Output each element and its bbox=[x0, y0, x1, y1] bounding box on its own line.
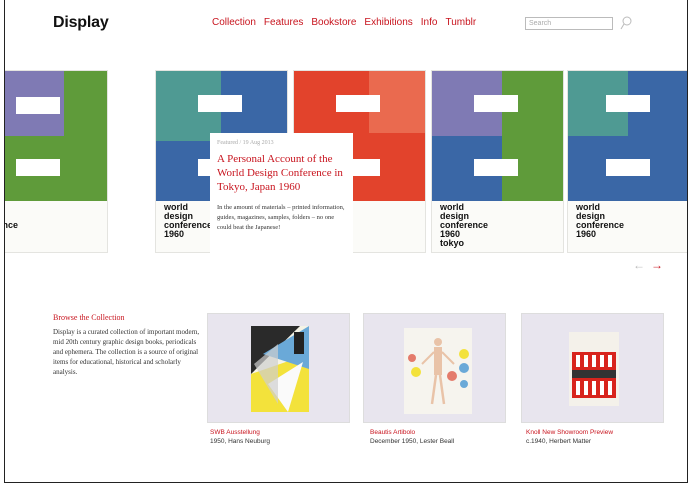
browse-description: Display is a curated collection of impor… bbox=[53, 328, 200, 376]
nav-exhibitions[interactable]: Exhibitions bbox=[364, 17, 412, 28]
tile-title[interactable]: Knoll New Showroom Preview bbox=[526, 428, 613, 437]
tile-caption: Knoll New Showroom Preview c.1940, Herbe… bbox=[526, 428, 613, 446]
search-input[interactable]: Search bbox=[525, 17, 613, 30]
poster-text: world design conference 1960 bbox=[576, 202, 625, 239]
search-icon[interactable] bbox=[619, 15, 633, 31]
feature-body: In the amount of materials – printed inf… bbox=[217, 204, 345, 231]
site-logo[interactable]: Display bbox=[53, 14, 109, 32]
tile-caption: Beautis Artibolo December 1950, Lester B… bbox=[370, 428, 454, 446]
nav-features[interactable]: Features bbox=[264, 17, 303, 28]
collection-tile[interactable] bbox=[207, 313, 350, 423]
carousel-slide[interactable]: world design conference 1960 tokyo bbox=[431, 70, 564, 253]
main-nav: Collection Features Bookstore Exhibition… bbox=[212, 17, 476, 28]
browse-title[interactable]: Browse the Collection bbox=[53, 313, 125, 322]
poster-text: world design conference bbox=[4, 220, 19, 230]
feature-title[interactable]: A Personal Account of the World Design C… bbox=[217, 152, 346, 194]
thumbnail-image bbox=[569, 332, 619, 406]
thumbnail-image bbox=[251, 326, 309, 412]
tile-caption: SWB Ausstellung 1950, Hans Neuburg bbox=[210, 428, 270, 446]
tile-title[interactable]: SWB Ausstellung bbox=[210, 428, 270, 437]
nav-bookstore[interactable]: Bookstore bbox=[311, 17, 356, 28]
thumbnail-image bbox=[404, 328, 472, 414]
collection-tile[interactable] bbox=[363, 313, 506, 423]
feature-meta: Featured / 19 Aug 2013 bbox=[217, 140, 274, 146]
collection-tile[interactable] bbox=[521, 313, 664, 423]
page-frame: Display Collection Features Bookstore Ex… bbox=[4, 0, 688, 483]
poster-text: world design conference 1960 tokyo bbox=[440, 202, 489, 248]
nav-info[interactable]: Info bbox=[421, 17, 438, 28]
carousel-slide[interactable]: world design conference bbox=[4, 70, 108, 253]
tile-subtitle: 1950, Hans Neuburg bbox=[210, 438, 270, 445]
poster-text: world design conference 1960 bbox=[164, 202, 213, 239]
arrow-left-icon[interactable]: ← bbox=[633, 258, 645, 272]
nav-collection[interactable]: Collection bbox=[212, 17, 256, 28]
tile-subtitle: c.1940, Herbert Matter bbox=[526, 438, 592, 445]
feature-card[interactable]: Featured / 19 Aug 2013 A Personal Accoun… bbox=[210, 133, 353, 253]
nav-tumblr[interactable]: Tumblr bbox=[445, 17, 476, 28]
tile-title[interactable]: Beautis Artibolo bbox=[370, 428, 454, 437]
tile-subtitle: December 1950, Lester Beall bbox=[370, 438, 455, 445]
arrow-right-icon[interactable]: → bbox=[651, 258, 663, 272]
carousel-slide[interactable]: world design conference 1960 bbox=[567, 70, 687, 253]
carousel-arrows: ← → bbox=[633, 258, 663, 272]
